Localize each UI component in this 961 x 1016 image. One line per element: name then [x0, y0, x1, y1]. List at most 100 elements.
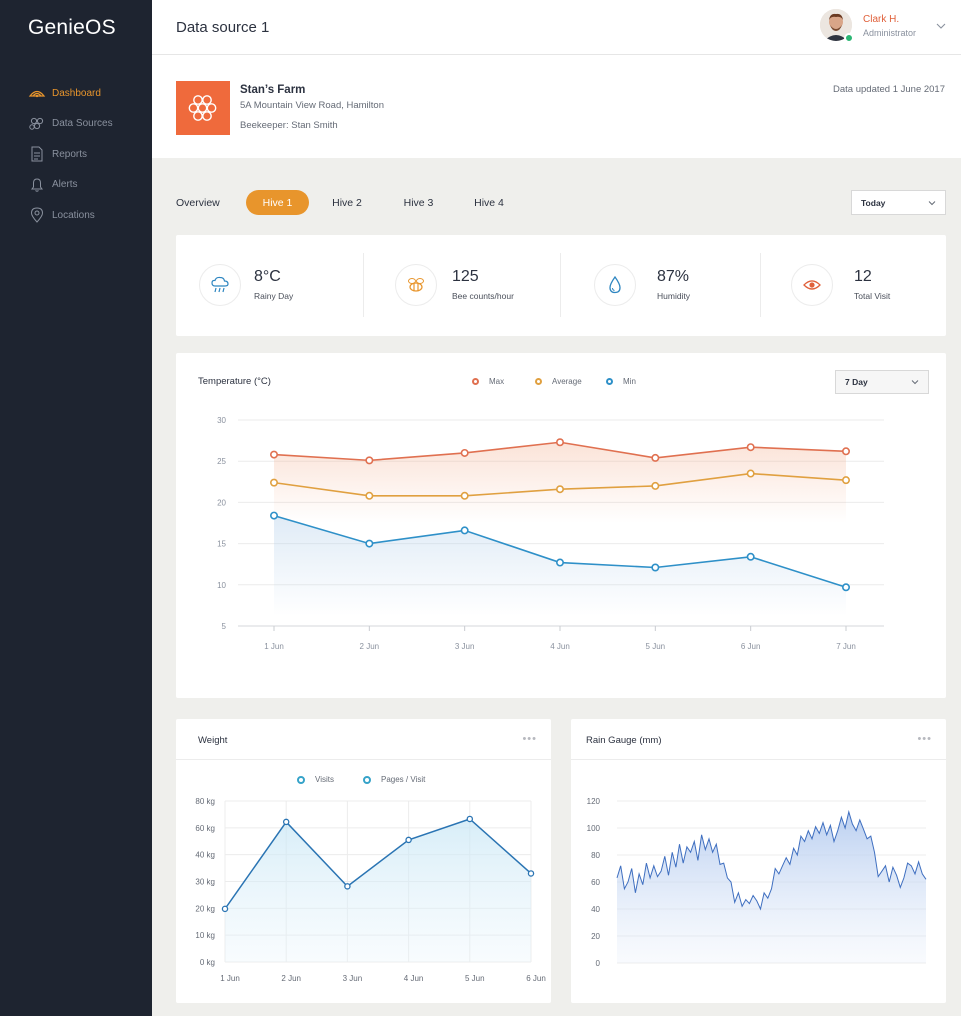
sidebar-item-alerts[interactable]: Alerts: [0, 170, 152, 201]
stat-value: 87%: [657, 268, 690, 285]
weight-card: Weight ••• Visits Pages / Visit 0 kg 10 k…: [176, 719, 551, 1003]
x-tick-label: 3 Jun: [455, 642, 475, 651]
weight-chart: 0 kg 10 kg 20 kg 30 kg 40 kg 60 kg 80 kg 1 Jun 2…: [195, 797, 546, 983]
divider: [363, 253, 364, 317]
data-point-average: [460, 491, 469, 500]
sidebar-item-dashboard[interactable]: Dashboard: [0, 78, 152, 109]
online-status-dot: [844, 33, 854, 43]
data-point-max: [460, 448, 469, 457]
hive-tabs: Overview Hive 1 Hive 2 Hive 3 Hive 4: [176, 190, 526, 215]
user-role: Administrator: [863, 28, 917, 38]
stat-label: Rainy Day: [254, 291, 294, 301]
y-tick-label: 20: [591, 932, 600, 941]
stat-value: 125: [452, 268, 479, 285]
y-tick-label: 40 kg: [195, 851, 215, 860]
app-logo: GenieOS: [28, 16, 116, 39]
x-tick-label: 5 Jun: [646, 642, 666, 651]
y-tick-label: 15: [217, 540, 226, 549]
honeycomb-icon: [188, 95, 217, 121]
sidebar: GenieOS Dashboard Data Sources Reports A…: [0, 0, 152, 1016]
sidebar-nav: Dashboard Data Sources Reports Alerts Lo…: [0, 78, 152, 231]
y-tick-label: 80: [591, 851, 600, 860]
eye-icon: [803, 280, 821, 290]
sidebar-item-reports[interactable]: Reports: [0, 139, 152, 170]
y-tick-label: 20: [217, 498, 226, 507]
tab-overview[interactable]: Overview: [176, 190, 246, 215]
bell-icon: [31, 178, 43, 192]
rain-gauge-chart: 120 100 80 60 40 20 0: [587, 797, 927, 968]
stat-value: 8°C: [254, 268, 281, 285]
user-name: Clark H.: [863, 14, 900, 25]
data-point-visits: [405, 836, 412, 844]
data-point-average: [365, 491, 374, 500]
y-tick-label: 0: [596, 959, 601, 968]
x-tick-label: 1 Jun: [264, 642, 284, 651]
data-point-min: [555, 558, 564, 567]
top-bar: Data source 1 Clark H. Administrator: [152, 0, 961, 55]
data-point-average: [555, 485, 564, 494]
dashboard-icon: [28, 91, 46, 98]
y-tick-label: 10 kg: [195, 931, 215, 940]
y-tick-label: 20 kg: [195, 904, 215, 913]
sidebar-item-label: Locations: [52, 209, 95, 221]
data-point-min: [746, 552, 755, 561]
tab-hive-1[interactable]: Hive 1: [246, 190, 309, 215]
data-point-visits: [344, 883, 351, 890]
x-tick-label: 4 Jun: [404, 974, 424, 983]
stat-label: Humidity: [657, 291, 691, 301]
tab-hive-3[interactable]: Hive 3: [385, 190, 452, 215]
period-select-value: Today: [861, 197, 886, 208]
sidebar-item-locations[interactable]: Locations: [0, 200, 152, 231]
reports-icon: [31, 146, 43, 162]
x-tick-label: 1 Jun: [220, 974, 240, 983]
location-pin-icon: [30, 207, 44, 223]
y-tick-label: 120: [587, 797, 601, 806]
data-updated-label: Data updated 1 June 2017: [833, 84, 945, 95]
data-point-min: [651, 563, 660, 572]
data-point-min: [841, 583, 850, 592]
x-tick-label: 6 Jun: [526, 974, 546, 983]
y-tick-label: 0 kg: [200, 958, 215, 967]
stat-label: Bee counts/hour: [452, 291, 514, 301]
sidebar-item-label: Data Sources: [52, 118, 113, 130]
divider: [560, 253, 561, 317]
chevron-down-icon: [928, 200, 936, 205]
tab-hive-2[interactable]: Hive 2: [309, 190, 385, 215]
farm-address: 5A Mountain View Road, Hamilton: [240, 100, 384, 111]
bee-icon: [408, 278, 424, 292]
y-tick-label: 80 kg: [195, 797, 215, 806]
y-tick-label: 5: [222, 622, 227, 631]
y-tick-label: 30: [217, 416, 226, 425]
tab-hive-4[interactable]: Hive 4: [452, 190, 526, 215]
data-point-max: [746, 443, 755, 452]
data-sources-icon: [29, 117, 44, 130]
y-tick-label: 25: [217, 457, 226, 466]
data-point-max: [555, 438, 564, 447]
x-tick-label: 2 Jun: [360, 642, 380, 651]
data-point-min: [270, 511, 279, 520]
y-tick-label: 100: [587, 824, 601, 833]
data-point-max: [365, 456, 374, 465]
data-point-visits: [466, 815, 474, 823]
rain-gauge-card: Rain Gauge (mm) ••• 120 100 80 60 40 20 0: [571, 719, 946, 1003]
data-point-average: [841, 476, 850, 485]
stat-humidity: [594, 264, 636, 306]
farm-name: Stan’s Farm: [240, 84, 306, 96]
data-point-min: [365, 539, 374, 548]
data-point-visits: [282, 818, 290, 826]
stats-card: 8°C Rainy Day 125 Bee counts/hour 87% Hu…: [176, 235, 946, 336]
temperature-card: Temperature (°C) Max Average Min 7 Day 3…: [176, 353, 946, 698]
stat-bees: [395, 264, 437, 306]
x-tick-label: 3 Jun: [343, 974, 363, 983]
x-tick-label: 6 Jun: [741, 642, 761, 651]
data-point-max: [270, 450, 279, 459]
y-tick-label: 60: [591, 878, 600, 887]
sidebar-item-data-sources[interactable]: Data Sources: [0, 109, 152, 140]
farm-info-panel: Stan’s Farm 5A Mountain View Road, Hamil…: [152, 55, 961, 158]
sidebar-item-label: Alerts: [52, 179, 78, 191]
data-point-visits: [527, 870, 535, 877]
period-select[interactable]: Today: [851, 190, 946, 215]
water-drop-icon: [609, 276, 621, 294]
chevron-down-icon[interactable]: [935, 20, 947, 32]
stat-visits: [791, 264, 833, 306]
